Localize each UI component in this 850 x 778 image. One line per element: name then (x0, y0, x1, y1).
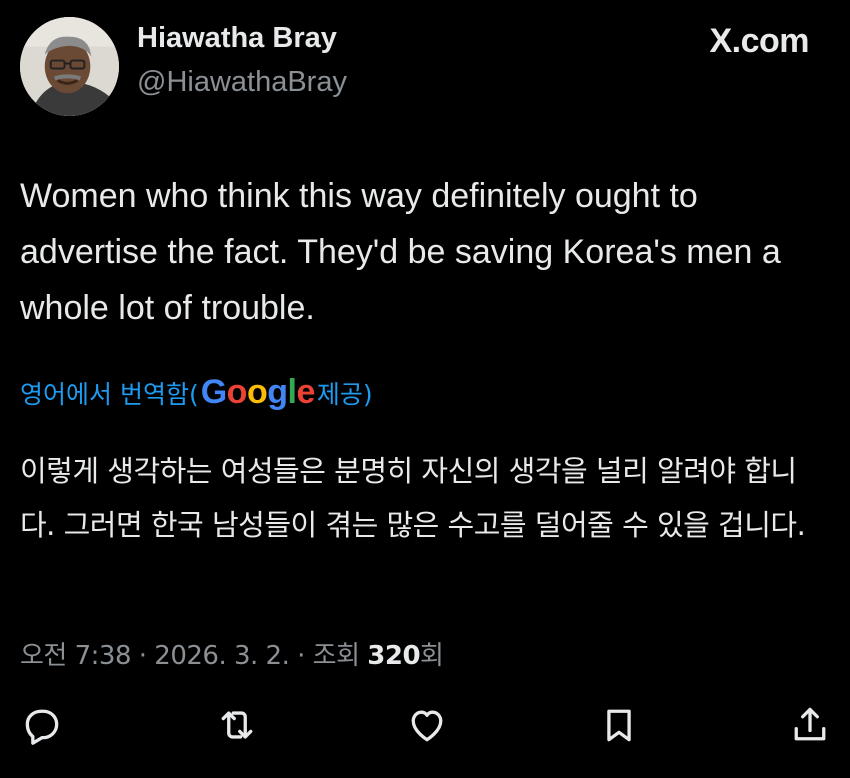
source-label: X.com (709, 22, 809, 60)
translation-text: 이렇게 생각하는 여성들은 분명히 자신의 생각을 널리 알려야 합니다. 그러… (20, 454, 806, 542)
translation-label-suffix: 제공) (316, 379, 373, 409)
views-suffix: 회 (420, 641, 444, 671)
author-display-name[interactable]: Hiawatha Bray (137, 22, 337, 55)
avatar[interactable] (20, 17, 119, 116)
bookmark-button[interactable] (597, 703, 641, 747)
time-date[interactable]: 오전 7:38 · 2026. 3. 2. · 조회 (20, 641, 367, 671)
share-icon (794, 707, 826, 741)
share-button[interactable] (788, 703, 832, 747)
avatar-photo (20, 17, 119, 116)
translation-link[interactable]: 영어에서 번역함( Google 제공) (20, 373, 373, 412)
reply-button[interactable] (20, 703, 64, 747)
tweet-meta: 오전 7:38 · 2026. 3. 2. · 조회 320회 (20, 635, 444, 672)
retweet-icon (221, 711, 253, 739)
reply-icon (25, 709, 59, 745)
like-button[interactable] (405, 703, 449, 747)
author-handle[interactable]: @HiawathaBray (137, 66, 347, 99)
google-logo: Google (200, 373, 316, 411)
translation-label-prefix: 영어에서 번역함( (20, 379, 199, 409)
action-bar (0, 703, 850, 753)
bookmark-icon (607, 709, 631, 742)
retweet-button[interactable] (215, 703, 259, 747)
tweet-text: Women who think this way definitely ough… (20, 177, 781, 327)
heart-icon (411, 710, 443, 742)
view-count: 320 (367, 641, 421, 671)
